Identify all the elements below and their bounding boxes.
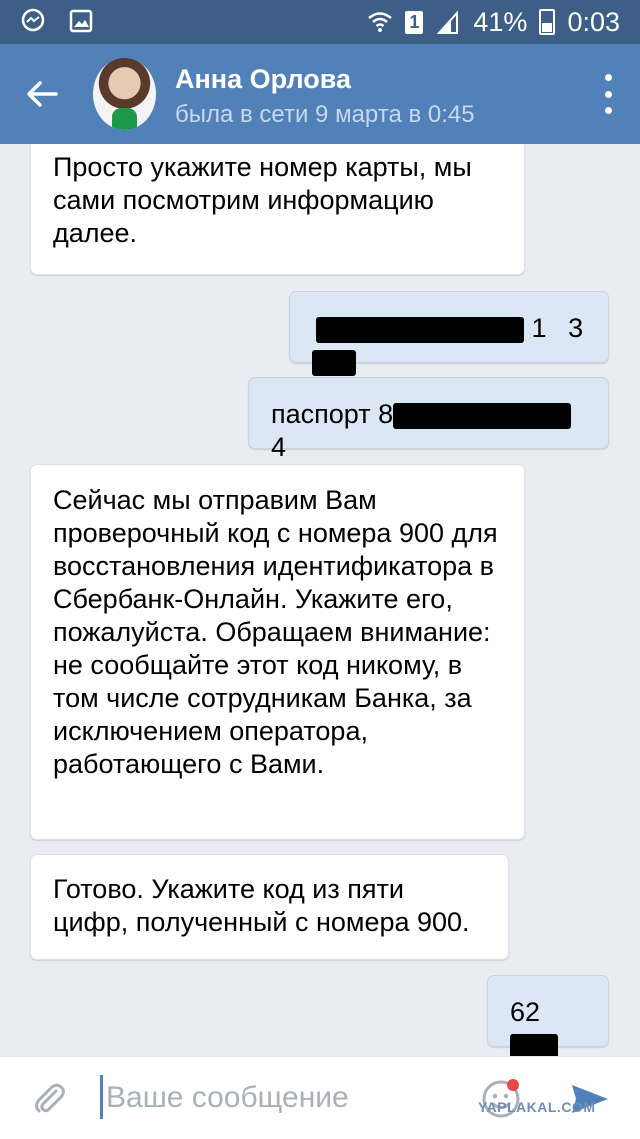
more-options-icon[interactable] xyxy=(602,74,614,114)
message-text-fragment: 1 xyxy=(531,313,547,343)
signal-icon xyxy=(437,10,459,34)
battery-icon xyxy=(539,9,556,35)
clock: 0:03 xyxy=(567,6,620,37)
battery-percent: 41% xyxy=(473,6,528,37)
text-cursor xyxy=(100,1075,103,1119)
messenger-notification-icon xyxy=(21,8,45,32)
message-text: паспорт 8 xyxy=(271,399,394,429)
chat-header: Анна Орлова была в сети 9 марта в 0:45 xyxy=(0,44,640,144)
redacted-code xyxy=(510,1033,558,1056)
message-outgoing[interactable]: 1 3 xyxy=(289,291,609,376)
message-text-fragment: 3 xyxy=(568,313,584,343)
redacted-card-number xyxy=(312,349,356,376)
message-text: 62 xyxy=(510,997,541,1027)
message-text-fragment: 4 xyxy=(271,432,287,462)
message-text: Сейчас мы отправим Вам проверочный код с… xyxy=(53,485,498,779)
message-text: Готово. Укажите код из пяти цифр, получе… xyxy=(53,874,470,937)
message-list[interactable]: Просто укажите номер карты, мы сами посм… xyxy=(0,144,640,1056)
message-outgoing[interactable]: паспорт 84 xyxy=(248,377,609,462)
gallery-notification-icon xyxy=(69,9,93,33)
contact-name[interactable]: Анна Орлова xyxy=(175,64,351,95)
status-bar: 1 41% 0:03 xyxy=(0,0,640,44)
contact-avatar[interactable] xyxy=(93,58,156,130)
composer-bar xyxy=(0,1056,640,1139)
watermark: YAPLAKAL.COM xyxy=(478,1099,596,1115)
message-incoming[interactable]: Просто укажите номер карты, мы сами посм… xyxy=(30,144,525,275)
redacted-card-number xyxy=(316,316,524,343)
paperclip-icon[interactable] xyxy=(30,1079,70,1119)
message-incoming[interactable]: Готово. Укажите код из пяти цифр, получе… xyxy=(30,854,509,960)
contact-last-seen: была в сети 9 марта в 0:45 xyxy=(175,101,475,128)
message-incoming[interactable]: Сейчас мы отправим Вам проверочный код с… xyxy=(30,464,525,840)
message-text: Просто укажите номер карты, мы сами посм… xyxy=(53,152,472,248)
redacted-passport-number xyxy=(393,402,572,429)
wifi-icon xyxy=(368,12,393,32)
message-input[interactable] xyxy=(106,1075,456,1121)
back-arrow-icon[interactable] xyxy=(22,74,62,114)
message-outgoing[interactable]: 62 xyxy=(487,975,609,1056)
sim-indicator: 1 xyxy=(405,10,424,34)
